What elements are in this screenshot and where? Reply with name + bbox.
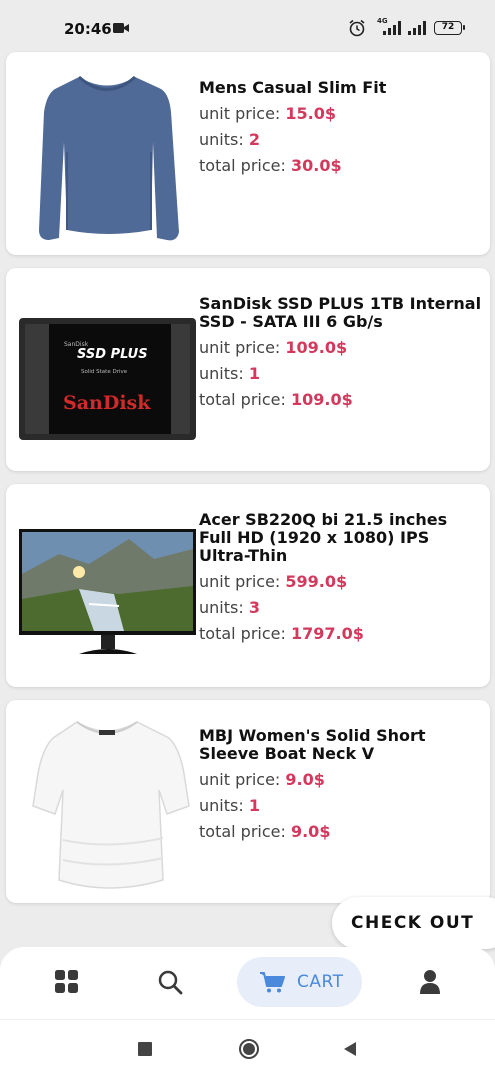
item-info: Acer SB220Q bi 21.5 inches Full HD (1920… xyxy=(199,511,484,647)
total-price-row: total price: 109.0$ xyxy=(199,390,353,409)
home-icon[interactable] xyxy=(238,1038,260,1060)
signal-strength-icon xyxy=(383,21,401,35)
unit-price-row: unit price: 599.0$ xyxy=(199,572,348,591)
blue-shirt-image xyxy=(39,75,179,241)
unit-price-row: unit price: 15.0$ xyxy=(199,104,336,123)
item-info: Mens Casual Slim Fit unit price: 15.0$ u… xyxy=(199,79,484,179)
grid-icon[interactable] xyxy=(54,969,80,995)
units-row: units: 1 xyxy=(199,364,260,383)
units-row: units: 3 xyxy=(199,598,260,617)
item-info: SanDisk SSD PLUS 1TB Internal SSD - SATA… xyxy=(199,295,484,413)
recent-apps-icon[interactable] xyxy=(137,1041,153,1057)
item-title: SanDisk SSD PLUS 1TB Internal SSD - SATA… xyxy=(199,294,482,331)
units-value: 3 xyxy=(248,598,260,617)
white-top-image xyxy=(32,721,190,889)
units-value: 2 xyxy=(248,130,260,149)
checkout-button[interactable]: CHECK OUT xyxy=(332,897,495,949)
back-icon[interactable] xyxy=(342,1041,358,1057)
bottom-navigation: CART xyxy=(0,947,495,1019)
unit-price-value: 109.0$ xyxy=(285,338,348,357)
item-title: Mens Casual Slim Fit xyxy=(199,78,387,97)
cart-tab[interactable]: CART xyxy=(237,957,362,1007)
unit-price-row: unit price: 109.0$ xyxy=(199,338,348,357)
total-price-row: total price: 1797.0$ xyxy=(199,624,364,643)
cart-tab-label: CART xyxy=(297,972,344,992)
total-price-row: total price: 30.0$ xyxy=(199,156,342,175)
cart-item-card[interactable]: Mens Casual Slim Fit unit price: 15.0$ u… xyxy=(6,52,490,255)
cart-item-card[interactable]: SanDisk SSD PLUS Solid State Drive SanDi… xyxy=(6,268,490,471)
total-price-value: 9.0$ xyxy=(290,822,331,841)
battery-icon: 72 xyxy=(434,21,465,35)
status-bar: 20:46 4G 72 xyxy=(0,0,495,46)
units-row: units: 2 xyxy=(199,130,260,149)
units-value: 1 xyxy=(248,364,260,383)
svg-text:Solid State Drive: Solid State Drive xyxy=(81,369,128,375)
total-price-value: 1797.0$ xyxy=(290,624,364,643)
svg-text:SSD PLUS: SSD PLUS xyxy=(77,347,148,362)
person-icon[interactable] xyxy=(417,969,443,995)
cart-item-card[interactable]: Acer SB220Q bi 21.5 inches Full HD (1920… xyxy=(6,484,490,687)
svg-text:SanDisk: SanDisk xyxy=(63,392,151,414)
total-price-value: 30.0$ xyxy=(290,156,342,175)
units-value: 1 xyxy=(248,796,260,815)
unit-price-value: 15.0$ xyxy=(285,104,336,123)
cart-icon xyxy=(260,972,285,993)
total-price-value: 109.0$ xyxy=(290,390,353,409)
item-title: MBJ Women's Solid Short Sleeve Boat Neck… xyxy=(199,726,426,763)
unit-price-row: unit price: 9.0$ xyxy=(199,770,325,789)
cart-item-card[interactable]: MBJ Women's Solid Short Sleeve Boat Neck… xyxy=(6,700,490,903)
unit-price-value: 599.0$ xyxy=(285,572,348,591)
units-row: units: 1 xyxy=(199,796,260,815)
unit-price-value: 9.0$ xyxy=(285,770,325,789)
total-price-row: total price: 9.0$ xyxy=(199,822,331,841)
system-navigation-bar xyxy=(0,1019,495,1080)
alarm-icon xyxy=(349,19,365,37)
status-time: 20:46 xyxy=(64,20,112,38)
signal-strength-icon-2 xyxy=(408,21,426,35)
item-title: Acer SB220Q bi 21.5 inches Full HD (1920… xyxy=(199,510,448,565)
search-icon[interactable] xyxy=(157,969,183,995)
item-info: MBJ Women's Solid Short Sleeve Boat Neck… xyxy=(199,727,484,845)
video-camera-icon xyxy=(113,23,129,33)
sandisk-ssd-image: SanDisk SSD PLUS Solid State Drive SanDi… xyxy=(19,318,196,440)
acer-monitor-image xyxy=(19,529,196,654)
